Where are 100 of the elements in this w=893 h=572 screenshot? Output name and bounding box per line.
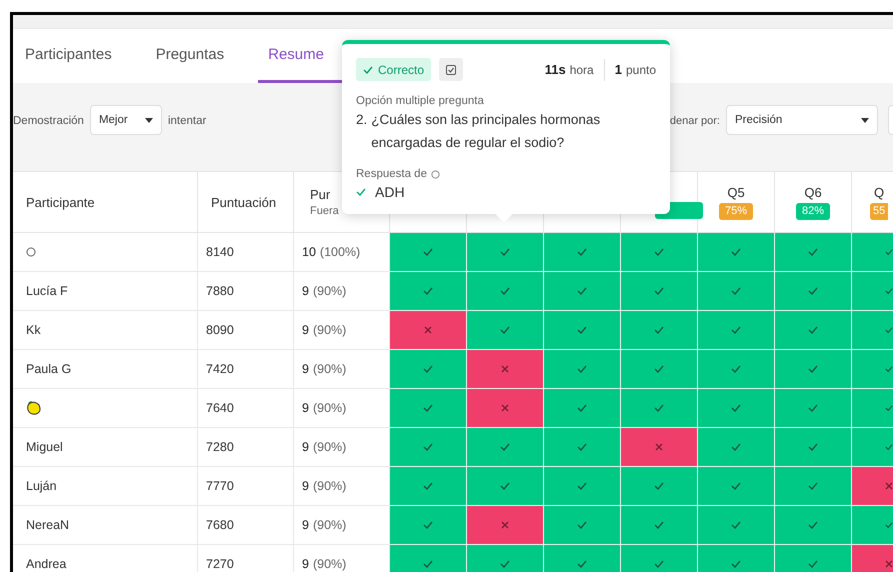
answer-cell[interactable] — [775, 272, 852, 311]
answer-cell[interactable] — [775, 233, 852, 272]
answer-cell[interactable] — [775, 350, 852, 389]
answer-cell[interactable] — [852, 233, 893, 272]
answer-cell[interactable] — [698, 467, 775, 506]
check-icon — [423, 287, 433, 295]
answer-cell[interactable] — [467, 389, 544, 428]
column-header: Participante — [26, 194, 95, 210]
check-icon — [500, 482, 510, 490]
percent-value: (90%) — [312, 284, 346, 298]
answer-cell[interactable] — [775, 428, 852, 467]
answer-cell[interactable] — [467, 272, 544, 311]
answer-cell[interactable] — [544, 506, 621, 545]
accuracy-badge: 82% — [796, 202, 830, 220]
answer-cell[interactable] — [467, 233, 544, 272]
answer-cell[interactable] — [544, 272, 621, 311]
answer-cell[interactable] — [621, 467, 698, 506]
answer-cell[interactable] — [390, 272, 467, 311]
answer-cell[interactable] — [852, 428, 893, 467]
check-icon — [654, 521, 664, 529]
question-text: ¿Cuáles son las principales hormonas encargadas de regular el sodio? — [371, 111, 602, 152]
answer-cell[interactable] — [467, 506, 544, 545]
check-icon — [423, 521, 433, 529]
answer-cell[interactable] — [621, 350, 698, 389]
answer-cell[interactable] — [775, 506, 852, 545]
answer-cell[interactable] — [698, 506, 775, 545]
answer-cell[interactable] — [544, 233, 621, 272]
caret-icon — [144, 118, 153, 122]
check-icon — [808, 248, 818, 256]
check-icon — [500, 287, 510, 295]
check-icon — [885, 326, 893, 334]
answer-cell[interactable] — [544, 467, 621, 506]
answer-cell[interactable] — [775, 467, 852, 506]
answer-cell[interactable] — [544, 350, 621, 389]
answer-cell[interactable] — [390, 233, 467, 272]
answer-cell[interactable] — [775, 389, 852, 428]
sort-select[interactable]: Precisión — [726, 105, 878, 135]
check-icon — [577, 287, 587, 295]
tab[interactable]: Preguntas — [156, 29, 246, 83]
attempt-select[interactable]: Mejor — [90, 105, 162, 135]
check-icon — [808, 326, 818, 334]
tab[interactable]: Participantes — [25, 29, 134, 83]
answer-cell[interactable] — [544, 389, 621, 428]
answer-cell[interactable] — [621, 506, 698, 545]
select-field[interactable] — [888, 105, 893, 135]
answer-cell[interactable] — [621, 428, 698, 467]
points-value: 9 — [302, 362, 309, 376]
answer-cell[interactable] — [698, 428, 775, 467]
answer-cell[interactable] — [621, 233, 698, 272]
answer-cell[interactable] — [467, 350, 544, 389]
caret-icon — [861, 118, 869, 122]
answer-cell[interactable] — [698, 389, 775, 428]
answer-cell[interactable] — [698, 233, 775, 272]
check-icon — [808, 560, 818, 568]
answer-cell[interactable] — [852, 506, 893, 545]
cross-icon — [501, 365, 509, 373]
answer-cell[interactable] — [390, 389, 467, 428]
answer-cell[interactable] — [852, 350, 893, 389]
answer-cell[interactable] — [852, 311, 893, 350]
answer-cell[interactable] — [544, 428, 621, 467]
check-icon — [577, 443, 587, 451]
answer-cell[interactable] — [467, 311, 544, 350]
column-header: Pur — [310, 187, 330, 202]
answer-cell[interactable] — [390, 467, 467, 506]
answer-cell[interactable] — [621, 389, 698, 428]
question-type: Opción multiple pregunta — [356, 95, 485, 107]
percent-value: (90%) — [312, 557, 346, 571]
answer-cell[interactable] — [390, 311, 467, 350]
answer-cell[interactable] — [621, 272, 698, 311]
answer-cell[interactable] — [698, 350, 775, 389]
answer-cell[interactable] — [467, 428, 544, 467]
answer-cell[interactable] — [621, 311, 698, 350]
answer-cell[interactable] — [467, 467, 544, 506]
points-value: 9 — [302, 518, 309, 532]
answer-cell[interactable] — [852, 467, 893, 506]
check-icon — [731, 287, 741, 295]
score-cell: 7770 — [206, 479, 234, 493]
answer-cell[interactable] — [390, 350, 467, 389]
answer-cell[interactable] — [390, 428, 467, 467]
checkbox-icon[interactable] — [439, 58, 464, 81]
answer-cell[interactable] — [852, 389, 893, 428]
answer-cell[interactable] — [698, 311, 775, 350]
check-icon — [363, 66, 373, 74]
points-value: 9 — [302, 284, 309, 298]
check-icon — [885, 248, 893, 256]
answer-cell[interactable] — [698, 272, 775, 311]
points-value: 9 — [302, 401, 309, 415]
show-label: Demostración — [13, 114, 84, 129]
answer-cell[interactable] — [544, 311, 621, 350]
answer-cell[interactable] — [852, 272, 893, 311]
check-icon — [731, 404, 741, 412]
answer-cell[interactable] — [775, 311, 852, 350]
check-icon — [654, 365, 664, 373]
check-icon — [885, 404, 893, 412]
check-icon — [423, 248, 433, 256]
answer-cell[interactable] — [390, 506, 467, 545]
cross-icon — [655, 443, 663, 451]
check-icon — [731, 326, 741, 334]
check-icon — [654, 248, 664, 256]
check-icon — [423, 482, 433, 490]
